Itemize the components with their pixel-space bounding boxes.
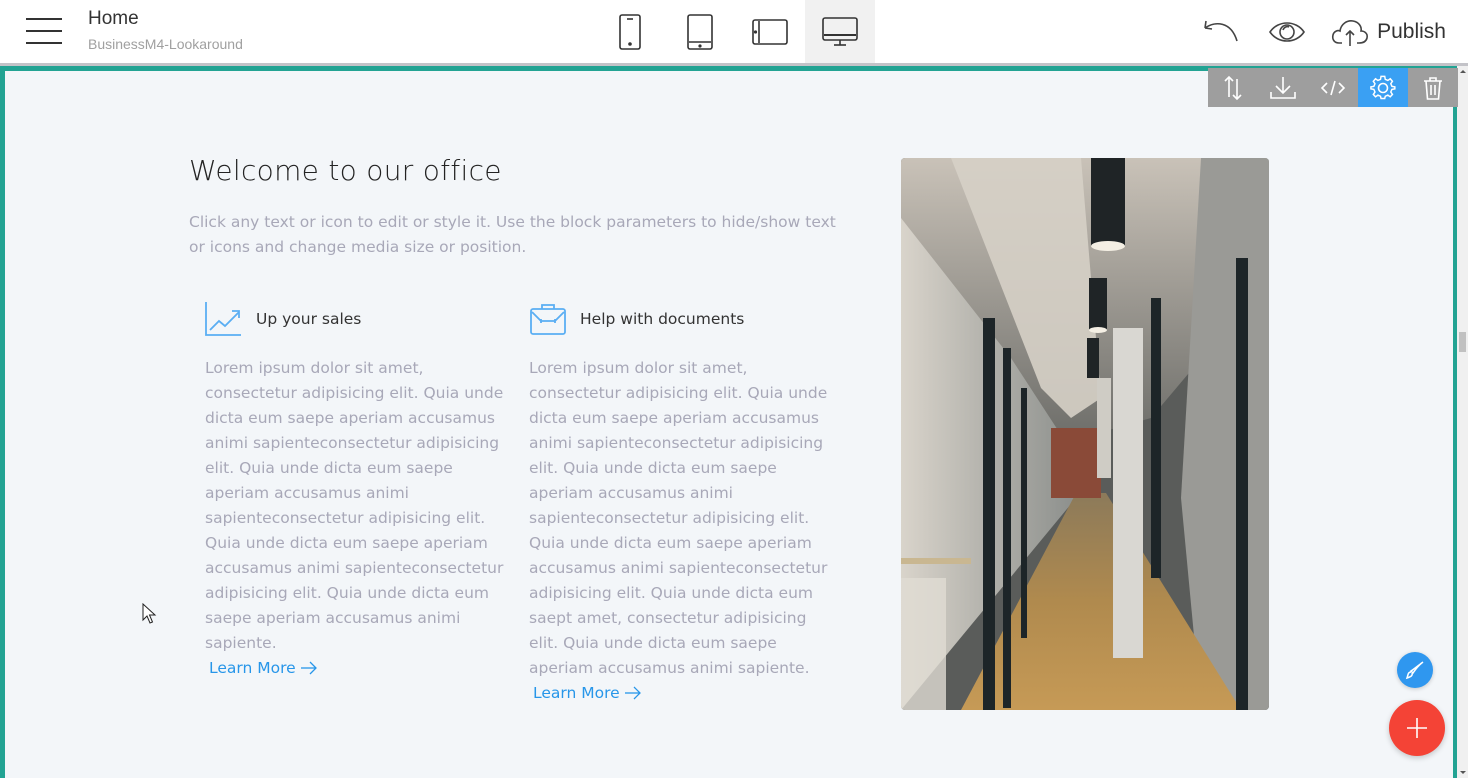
publish-button[interactable]: Publish: [1331, 17, 1446, 47]
learn-more-label: Learn More: [209, 659, 296, 677]
feature-text[interactable]: Lorem ipsum dolor sit amet, consectetur …: [529, 356, 829, 681]
header-actions: Publish: [1199, 0, 1446, 63]
phone-icon: [619, 13, 641, 50]
download-icon: [1270, 76, 1296, 99]
device-tablet-landscape-button[interactable]: [735, 0, 805, 63]
preview-button[interactable]: [1265, 19, 1309, 45]
scroll-up-arrow[interactable]: [1460, 70, 1466, 73]
device-tablet-button[interactable]: [665, 0, 735, 63]
eye-icon: [1269, 21, 1306, 42]
learn-more-link[interactable]: Learn More: [533, 684, 642, 702]
delete-block-button[interactable]: [1408, 68, 1458, 107]
paint-brush-icon: [1405, 661, 1424, 680]
top-header: Home BusinessM4-Lookaround Publish: [0, 0, 1468, 66]
feature-text[interactable]: Lorem ipsum dolor sit amet, consectetur …: [205, 356, 505, 656]
block-intro-text[interactable]: Click any text or icon to edit or style …: [189, 210, 849, 260]
undo-icon: [1204, 20, 1238, 41]
arrow-right-icon: [624, 686, 641, 700]
arrow-right-icon: [300, 661, 317, 675]
feature-header: Help with documents: [529, 298, 829, 340]
code-icon: [1320, 80, 1346, 95]
learn-more-label: Learn More: [533, 684, 620, 702]
reorder-block-button[interactable]: [1208, 68, 1258, 107]
code-button[interactable]: [1308, 68, 1358, 107]
sort-arrows-icon: [1224, 75, 1242, 100]
briefcase-icon[interactable]: [529, 300, 567, 338]
trash-icon: [1424, 76, 1442, 100]
cloud-upload-icon: [1332, 19, 1369, 46]
feature-title[interactable]: Help with documents: [580, 310, 744, 328]
mouse-cursor-icon: [142, 603, 157, 624]
save-block-button[interactable]: [1258, 68, 1308, 107]
gear-icon: [1370, 75, 1396, 99]
block-toolbar: [1208, 68, 1458, 107]
desktop-icon: [822, 16, 858, 46]
page-title[interactable]: Home: [88, 8, 139, 30]
line-chart-icon[interactable]: [205, 300, 243, 338]
publish-label: Publish: [1377, 19, 1446, 43]
feature-card: Help with documents Lorem ipsum dolor si…: [529, 298, 829, 702]
device-phone-button[interactable]: [595, 0, 665, 63]
scroll-thumb[interactable]: [1459, 332, 1466, 352]
feature-title[interactable]: Up your sales: [256, 310, 361, 328]
device-desktop-button[interactable]: [805, 0, 875, 63]
scroll-down-arrow[interactable]: [1460, 771, 1466, 774]
tablet-icon: [687, 13, 713, 50]
style-brush-button[interactable]: [1397, 652, 1433, 688]
plus-icon: [1407, 718, 1427, 738]
block-headline[interactable]: Welcome to our office: [189, 154, 502, 187]
feature-header: Up your sales: [205, 298, 505, 340]
project-name: BusinessM4-Lookaround: [88, 36, 243, 52]
undo-button[interactable]: [1199, 17, 1243, 47]
tablet-landscape-icon: [752, 18, 788, 45]
office-corridor-image[interactable]: [901, 158, 1269, 710]
add-block-button[interactable]: [1389, 700, 1445, 756]
vertical-scrollbar[interactable]: [1457, 66, 1468, 778]
block-parameters-button[interactable]: [1358, 68, 1408, 107]
hamburger-menu-icon[interactable]: [26, 18, 62, 44]
device-switcher: [595, 0, 875, 63]
feature-card: Up your sales Lorem ipsum dolor sit amet…: [205, 298, 505, 677]
learn-more-link[interactable]: Learn More: [209, 659, 318, 677]
